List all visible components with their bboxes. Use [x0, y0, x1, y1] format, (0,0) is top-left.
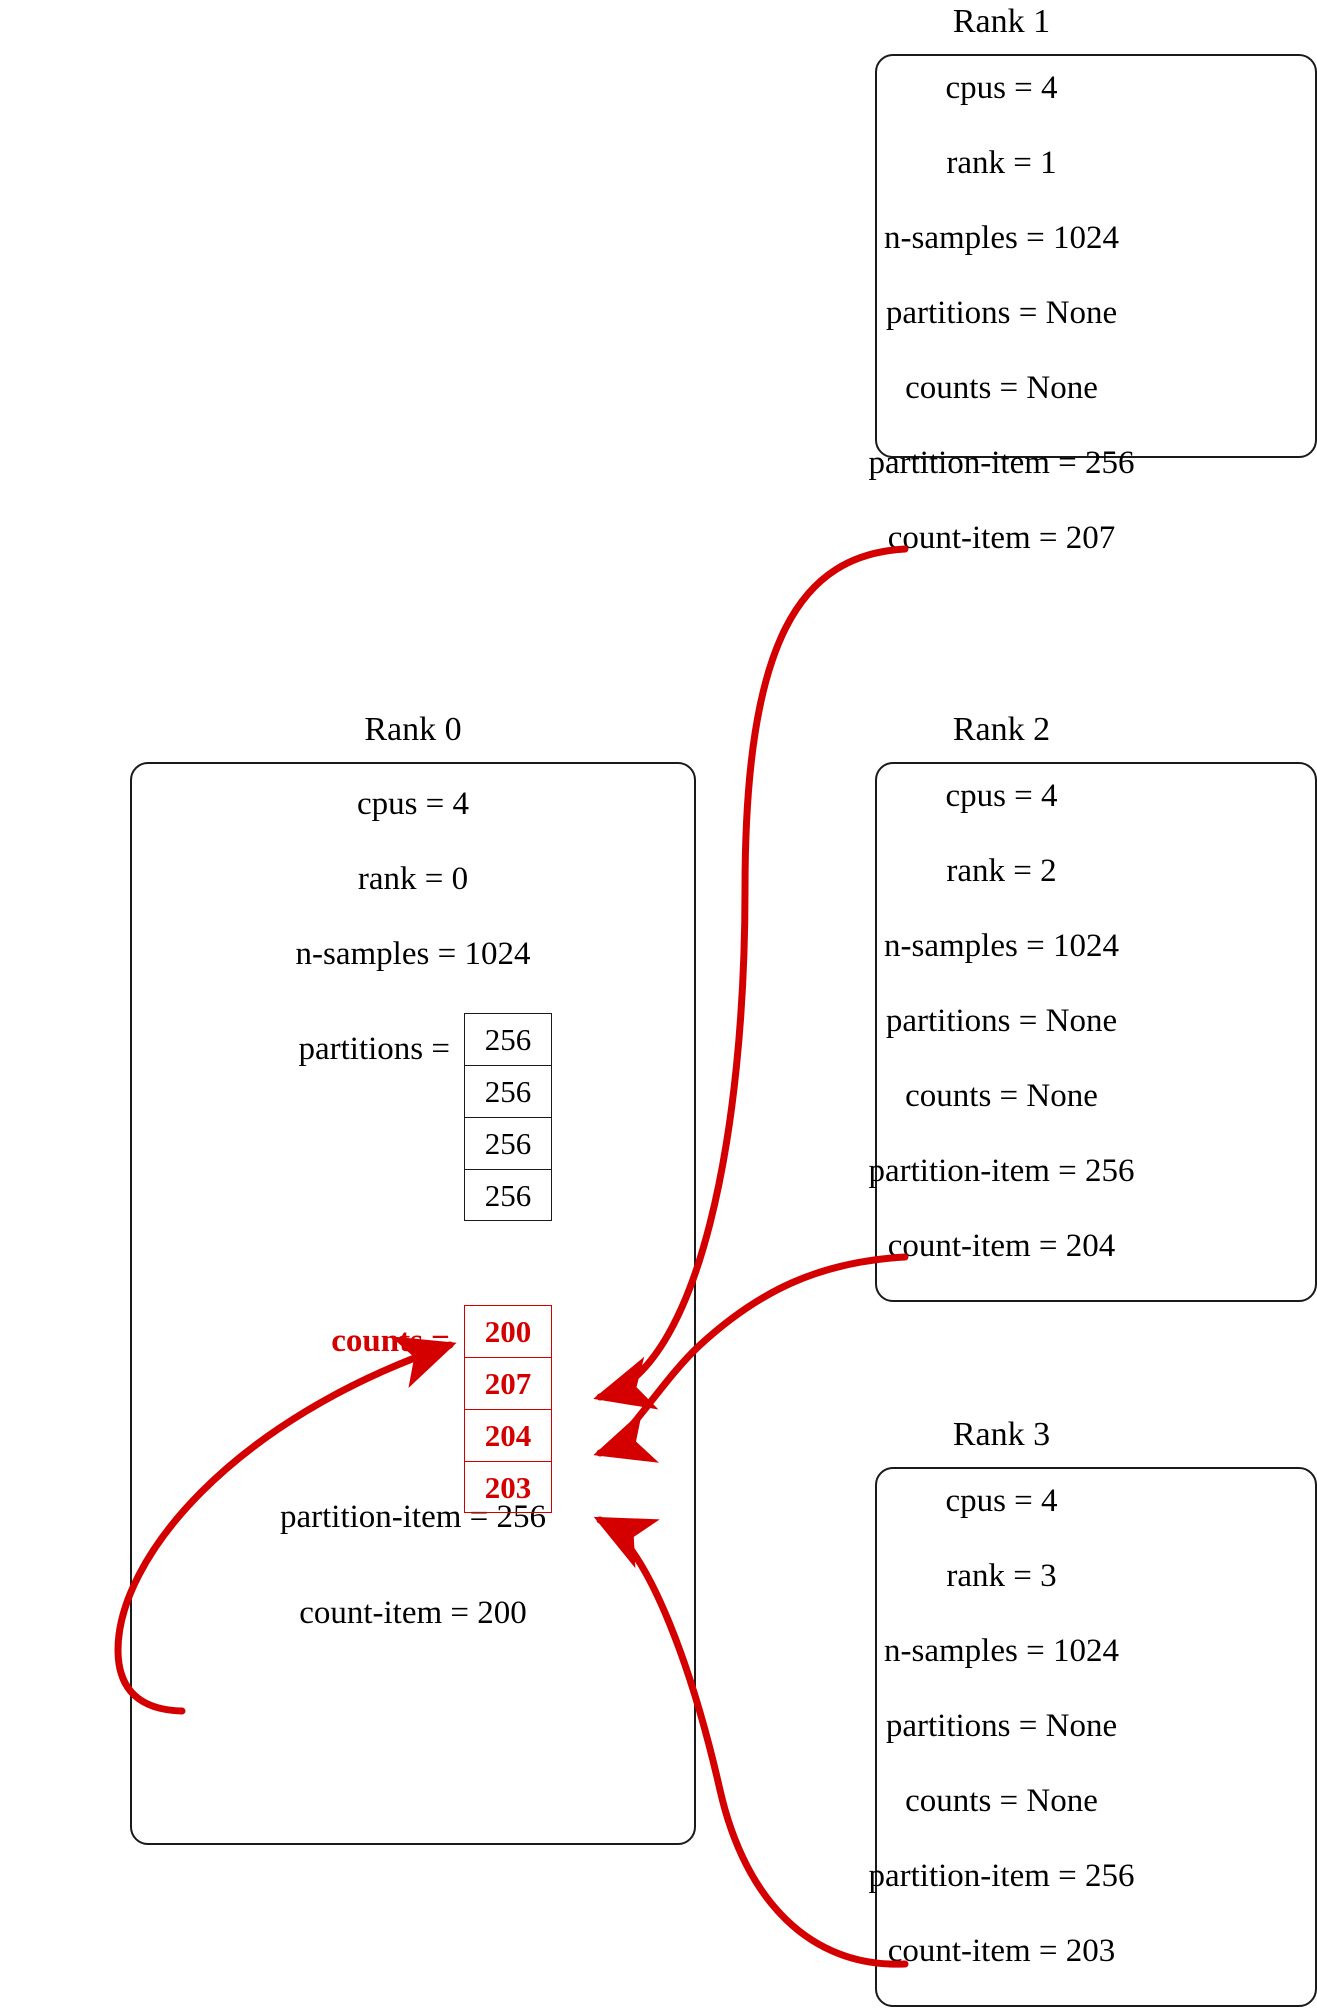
- rank-3-field-partition-item: partition‐item = 256: [868, 1858, 1135, 1894]
- rank-3-field-count-item: count‐item = 203: [887, 1933, 1116, 1969]
- rank-2-field-rank: rank = 2: [946, 853, 1057, 889]
- rank-1-field-partition-item: partition‐item = 256: [868, 445, 1135, 481]
- rank-1-field-n-samples: n‐samples = 1024: [884, 220, 1119, 256]
- rank-1-fields: cpus = 4 rank = 1 n‐samples = 1024 parti…: [686, 54, 1317, 555]
- rank-3-field-partitions: partitions = None: [885, 1708, 1118, 1744]
- rank-2-field-n-samples: n‐samples = 1024: [884, 928, 1119, 964]
- rank-2-field-partition-item: partition‐item = 256: [868, 1153, 1135, 1189]
- rank-0-field-n-samples: n‐samples = 1024: [295, 936, 531, 972]
- rank-1-title: Rank 1: [952, 3, 1051, 40]
- rank-3-field-cpus: cpus = 4: [945, 1483, 1058, 1519]
- counts-cell-0: 200: [464, 1305, 552, 1357]
- rank-0-partitions-label: partitions =: [298, 1031, 450, 1067]
- rank-1-field-count-item: count‐item = 207: [887, 520, 1116, 556]
- rank-0-field-cpus: cpus = 4: [356, 786, 470, 822]
- rank-0-partitions-array: 256 256 256 256: [464, 1013, 552, 1221]
- rank-0-counts-array: 200 207 204 203: [464, 1305, 552, 1513]
- rank-3-field-n-samples: n‐samples = 1024: [884, 1633, 1119, 1669]
- rank-1-field-partitions: partitions = None: [885, 295, 1118, 331]
- rank-2-field-partitions: partitions = None: [885, 1003, 1118, 1039]
- rank-3-field-counts: counts = None: [905, 1783, 1098, 1819]
- rank-2-field-counts: counts = None: [905, 1078, 1098, 1114]
- counts-cell-2: 204: [464, 1409, 552, 1461]
- counts-cell-1: 207: [464, 1357, 552, 1409]
- rank-3-field-rank: rank = 3: [946, 1558, 1057, 1594]
- partitions-cell-3: 256: [464, 1169, 552, 1221]
- rank-0-field-rank: rank = 0: [357, 861, 469, 897]
- rank-0-fields: cpus = 4 rank = 0 n‐samples = 1024 parti…: [130, 762, 696, 1845]
- diagram-canvas: Rank 1 cpus = 4 rank = 1 n‐samples = 102…: [0, 0, 1317, 2009]
- rank-3-fields: cpus = 4 rank = 3 n‐samples = 1024 parti…: [686, 1467, 1317, 2007]
- partitions-cell-1: 256: [464, 1065, 552, 1117]
- rank-0-title: Rank 0: [364, 711, 462, 748]
- partitions-cell-0: 256: [464, 1013, 552, 1065]
- rank-0-counts-label: counts =: [331, 1323, 450, 1359]
- rank-3-title: Rank 3: [952, 1416, 1051, 1453]
- rank-0-field-count-item: count‐item = 200: [299, 1595, 527, 1631]
- rank-2-title: Rank 2: [952, 711, 1051, 748]
- rank-1-field-rank: rank = 1: [946, 145, 1057, 181]
- rank-2-fields: cpus = 4 rank = 2 n‐samples = 1024 parti…: [686, 762, 1317, 1302]
- rank-2-field-cpus: cpus = 4: [945, 778, 1058, 814]
- counts-cell-3: 203: [464, 1461, 552, 1513]
- rank-2-field-count-item: count‐item = 204: [887, 1228, 1116, 1264]
- rank-0-field-partition-item: partition‐item = 256: [279, 1499, 547, 1535]
- rank-1-field-cpus: cpus = 4: [945, 70, 1058, 106]
- rank-1-field-counts: counts = None: [905, 370, 1098, 406]
- partitions-cell-2: 256: [464, 1117, 552, 1169]
